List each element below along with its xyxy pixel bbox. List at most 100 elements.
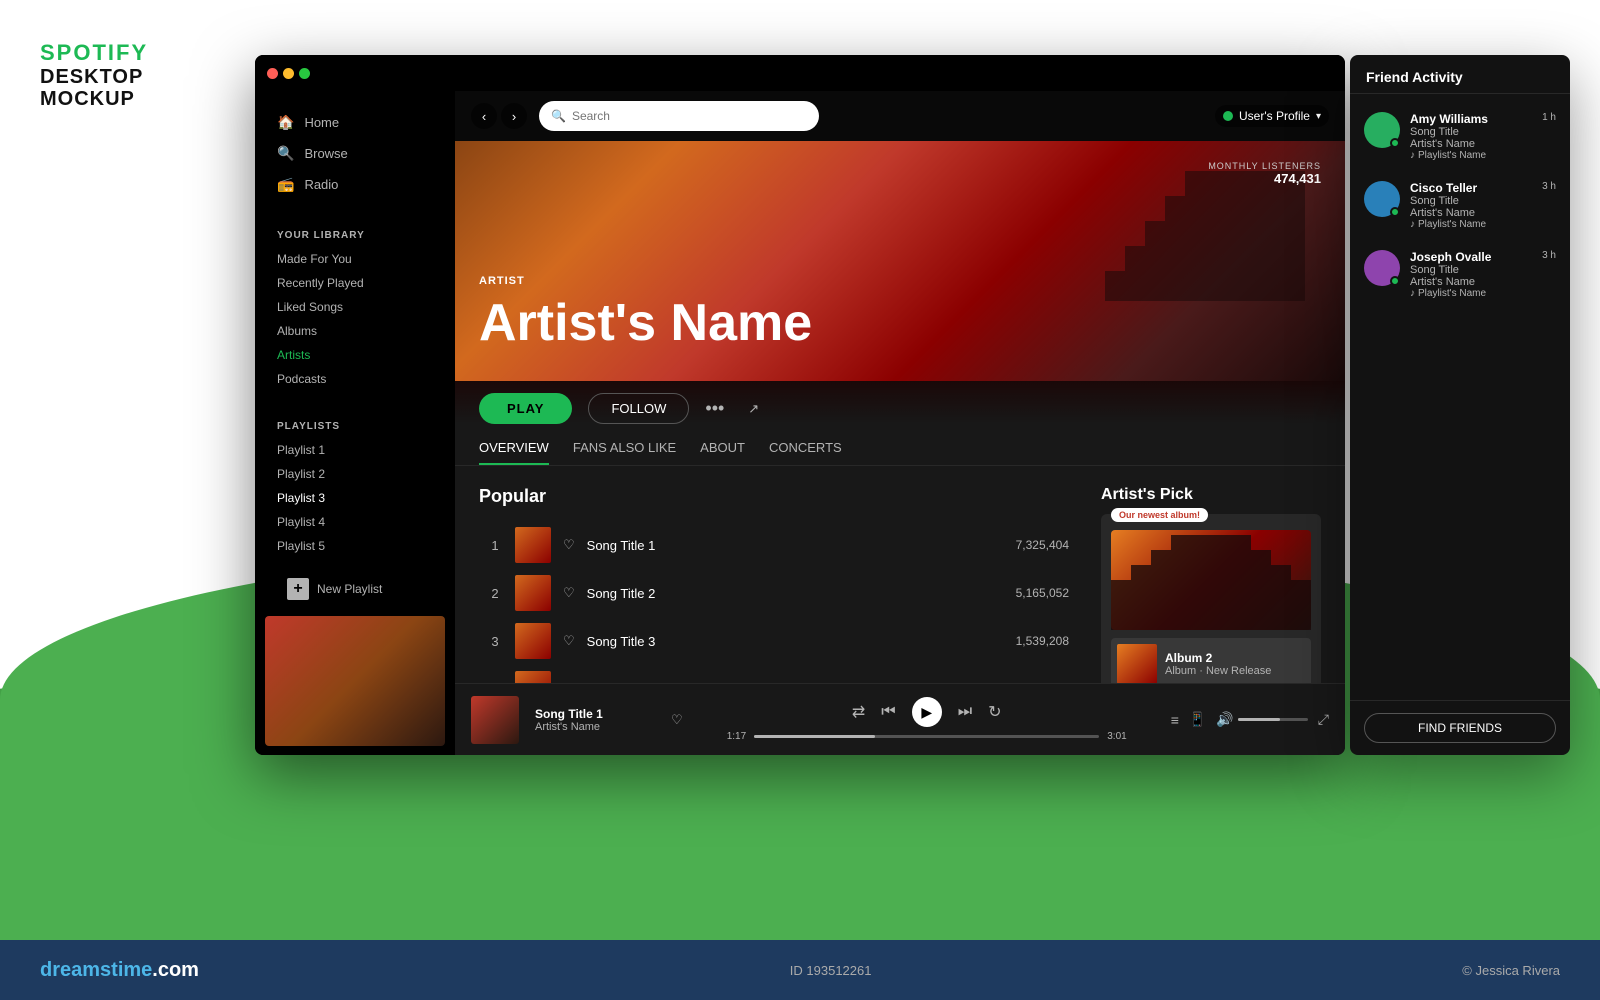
like-button[interactable]: ♡ [563, 537, 575, 553]
song-number: 1 [487, 538, 503, 553]
search-input[interactable] [572, 109, 807, 123]
left-content: Popular 1 ♡ Song Title 1 7,325,404 [479, 486, 1077, 663]
progress-bar-background[interactable] [754, 735, 1099, 738]
friend-item[interactable]: Joseph Ovalle Song Title Artist's Name ♪… [1350, 240, 1570, 309]
like-button[interactable]: ♡ [563, 585, 575, 601]
bottom-bar: dreamstime.com ID 193512261 © Jessica Ri… [0, 940, 1600, 1000]
sidebar-recently-played[interactable]: Recently Played [255, 271, 455, 295]
follow-button[interactable]: FOLLOW [588, 393, 689, 424]
spotify-label: SPOTIFY [40, 40, 148, 66]
maximize-button[interactable] [299, 68, 310, 79]
next-button[interactable]: ⏭ [958, 703, 972, 721]
title-bar [255, 55, 1345, 91]
song-row[interactable]: 2 ♡ Song Title 2 5,165,052 [479, 569, 1077, 617]
friend-item[interactable]: Cisco Teller Song Title Artist's Name ♪ … [1350, 171, 1570, 240]
friend-playlist-label: Playlist's Name [1418, 288, 1486, 299]
search-bar[interactable]: 🔍 [539, 101, 819, 131]
song-row[interactable]: 4 ♡ Song Title 4 1,253,095 [479, 665, 1077, 683]
device-button[interactable]: 📱 [1189, 711, 1206, 728]
now-playing-like-button[interactable]: ♡ [671, 712, 683, 728]
shuffle-button[interactable]: ⇄ [852, 702, 865, 722]
friend-playlist-label: Playlist's Name [1418, 150, 1486, 161]
made-for-you-label: Made For You [277, 252, 352, 266]
repeat-button[interactable]: ↻ [988, 702, 1001, 722]
pick-badge: Our newest album! [1111, 508, 1208, 522]
progress-bar[interactable]: 1:17 3:01 [727, 731, 1127, 742]
minimize-button[interactable] [283, 68, 294, 79]
song-title: Song Title 1 [587, 538, 1004, 553]
friend-playlist-label: Playlist's Name [1418, 219, 1486, 230]
sidebar-made-for-you[interactable]: Made For You [255, 247, 455, 271]
monthly-label: MONTHLY LISTENERS [1208, 161, 1321, 171]
friend-time: 3 h [1542, 250, 1556, 261]
pick-album-subtitle: Album · New Release [1165, 665, 1271, 677]
playback-buttons: ⇄ ⏮ ▶ ⏭ ↻ [852, 697, 1002, 727]
sidebar-playlist-5[interactable]: Playlist 5 [255, 534, 455, 558]
sidebar-albums[interactable]: Albums [255, 319, 455, 343]
sidebar-artists[interactable]: Artists [255, 343, 455, 367]
friend-item[interactable]: Amy Williams Song Title Artist's Name ♪ … [1350, 102, 1570, 171]
sidebar-playlist-3[interactable]: Playlist 3 [255, 486, 455, 510]
window-controls [267, 68, 310, 79]
friend-avatar [1364, 181, 1400, 217]
song-thumbnail [515, 671, 551, 683]
sidebar-playlist-1[interactable]: Playlist 1 [255, 438, 455, 462]
tab-fans-also-like[interactable]: FANS ALSO LIKE [573, 432, 676, 465]
radio-icon: 📻 [277, 176, 294, 193]
library-section-title: YOUR LIBRARY [255, 224, 455, 247]
artist-tabs: OVERVIEW FANS ALSO LIKE ABOUT CONCERTS [455, 424, 1345, 466]
sidebar-item-home[interactable]: 🏠 Home [267, 107, 443, 138]
queue-button[interactable]: ≡ [1171, 712, 1179, 728]
user-profile[interactable]: User's Profile ▾ [1215, 105, 1329, 127]
new-playlist-button[interactable]: + New Playlist [265, 568, 445, 610]
sidebar-podcasts[interactable]: Podcasts [255, 367, 455, 391]
back-button[interactable]: ‹ [471, 103, 497, 129]
pick-album-title: Album 2 [1165, 651, 1271, 665]
play-button[interactable]: PLAY [479, 393, 572, 424]
volume-bar-background[interactable] [1238, 718, 1308, 721]
volume-icon[interactable]: 🔊 [1216, 711, 1233, 728]
friend-song: Song Title [1410, 195, 1532, 207]
sidebar-item-radio[interactable]: 📻 Radio [267, 169, 443, 200]
sidebar-liked-songs[interactable]: Liked Songs [255, 295, 455, 319]
previous-button[interactable]: ⏮ [881, 703, 895, 721]
more-options-button[interactable]: ••• [705, 398, 724, 419]
popular-songs-list: 1 ♡ Song Title 1 7,325,404 2 ♡ [479, 521, 1077, 683]
dreamstime-dot: .com [152, 959, 199, 981]
dreamstime-text: dreamstime [40, 959, 152, 981]
song-title: Song Title 2 [587, 586, 1004, 601]
progress-bar-fill [754, 735, 875, 738]
song-row[interactable]: 3 ♡ Song Title 3 1,539,208 [479, 617, 1077, 665]
friend-playlist: ♪ Playlist's Name [1410, 150, 1532, 161]
song-number: 2 [487, 586, 503, 601]
sidebar-playlist-4[interactable]: Playlist 4 [255, 510, 455, 534]
friend-name: Joseph Ovalle [1410, 250, 1532, 264]
sidebar-playlist-2[interactable]: Playlist 2 [255, 462, 455, 486]
chevron-down-icon: ▾ [1316, 111, 1321, 122]
volume-control[interactable]: 🔊 [1216, 711, 1307, 728]
sidebar-thumbnail [265, 616, 445, 746]
tab-concerts[interactable]: CONCERTS [769, 432, 842, 465]
song-plays: 5,165,052 [1016, 586, 1069, 600]
tab-overview[interactable]: OVERVIEW [479, 432, 549, 465]
play-pause-button[interactable]: ▶ [912, 697, 942, 727]
search-icon: 🔍 [551, 109, 566, 123]
close-button[interactable] [267, 68, 278, 79]
fullscreen-button[interactable]: ⤢ [1318, 711, 1329, 728]
desktop-label: DESKTOP [40, 66, 148, 88]
pick-image [1111, 530, 1311, 630]
artists-label: Artists [277, 348, 310, 362]
now-playing-thumbnail [471, 696, 519, 744]
playlist-3-label: Playlist 3 [277, 491, 325, 505]
right-content: Artist's Pick Our newest album! [1101, 486, 1321, 663]
pick-album-row[interactable]: Album 2 Album · New Release [1111, 638, 1311, 683]
like-button[interactable]: ♡ [563, 633, 575, 649]
sidebar-item-browse[interactable]: 🔍 Browse [267, 138, 443, 169]
find-friends-button[interactable]: FIND FRIENDS [1364, 713, 1556, 743]
user-name-label: User's Profile [1239, 109, 1310, 123]
tab-about[interactable]: ABOUT [700, 432, 745, 465]
forward-button[interactable]: › [501, 103, 527, 129]
friend-playlist: ♪ Playlist's Name [1410, 219, 1532, 230]
share-icon[interactable]: ↗ [748, 401, 759, 417]
song-row[interactable]: 1 ♡ Song Title 1 7,325,404 [479, 521, 1077, 569]
